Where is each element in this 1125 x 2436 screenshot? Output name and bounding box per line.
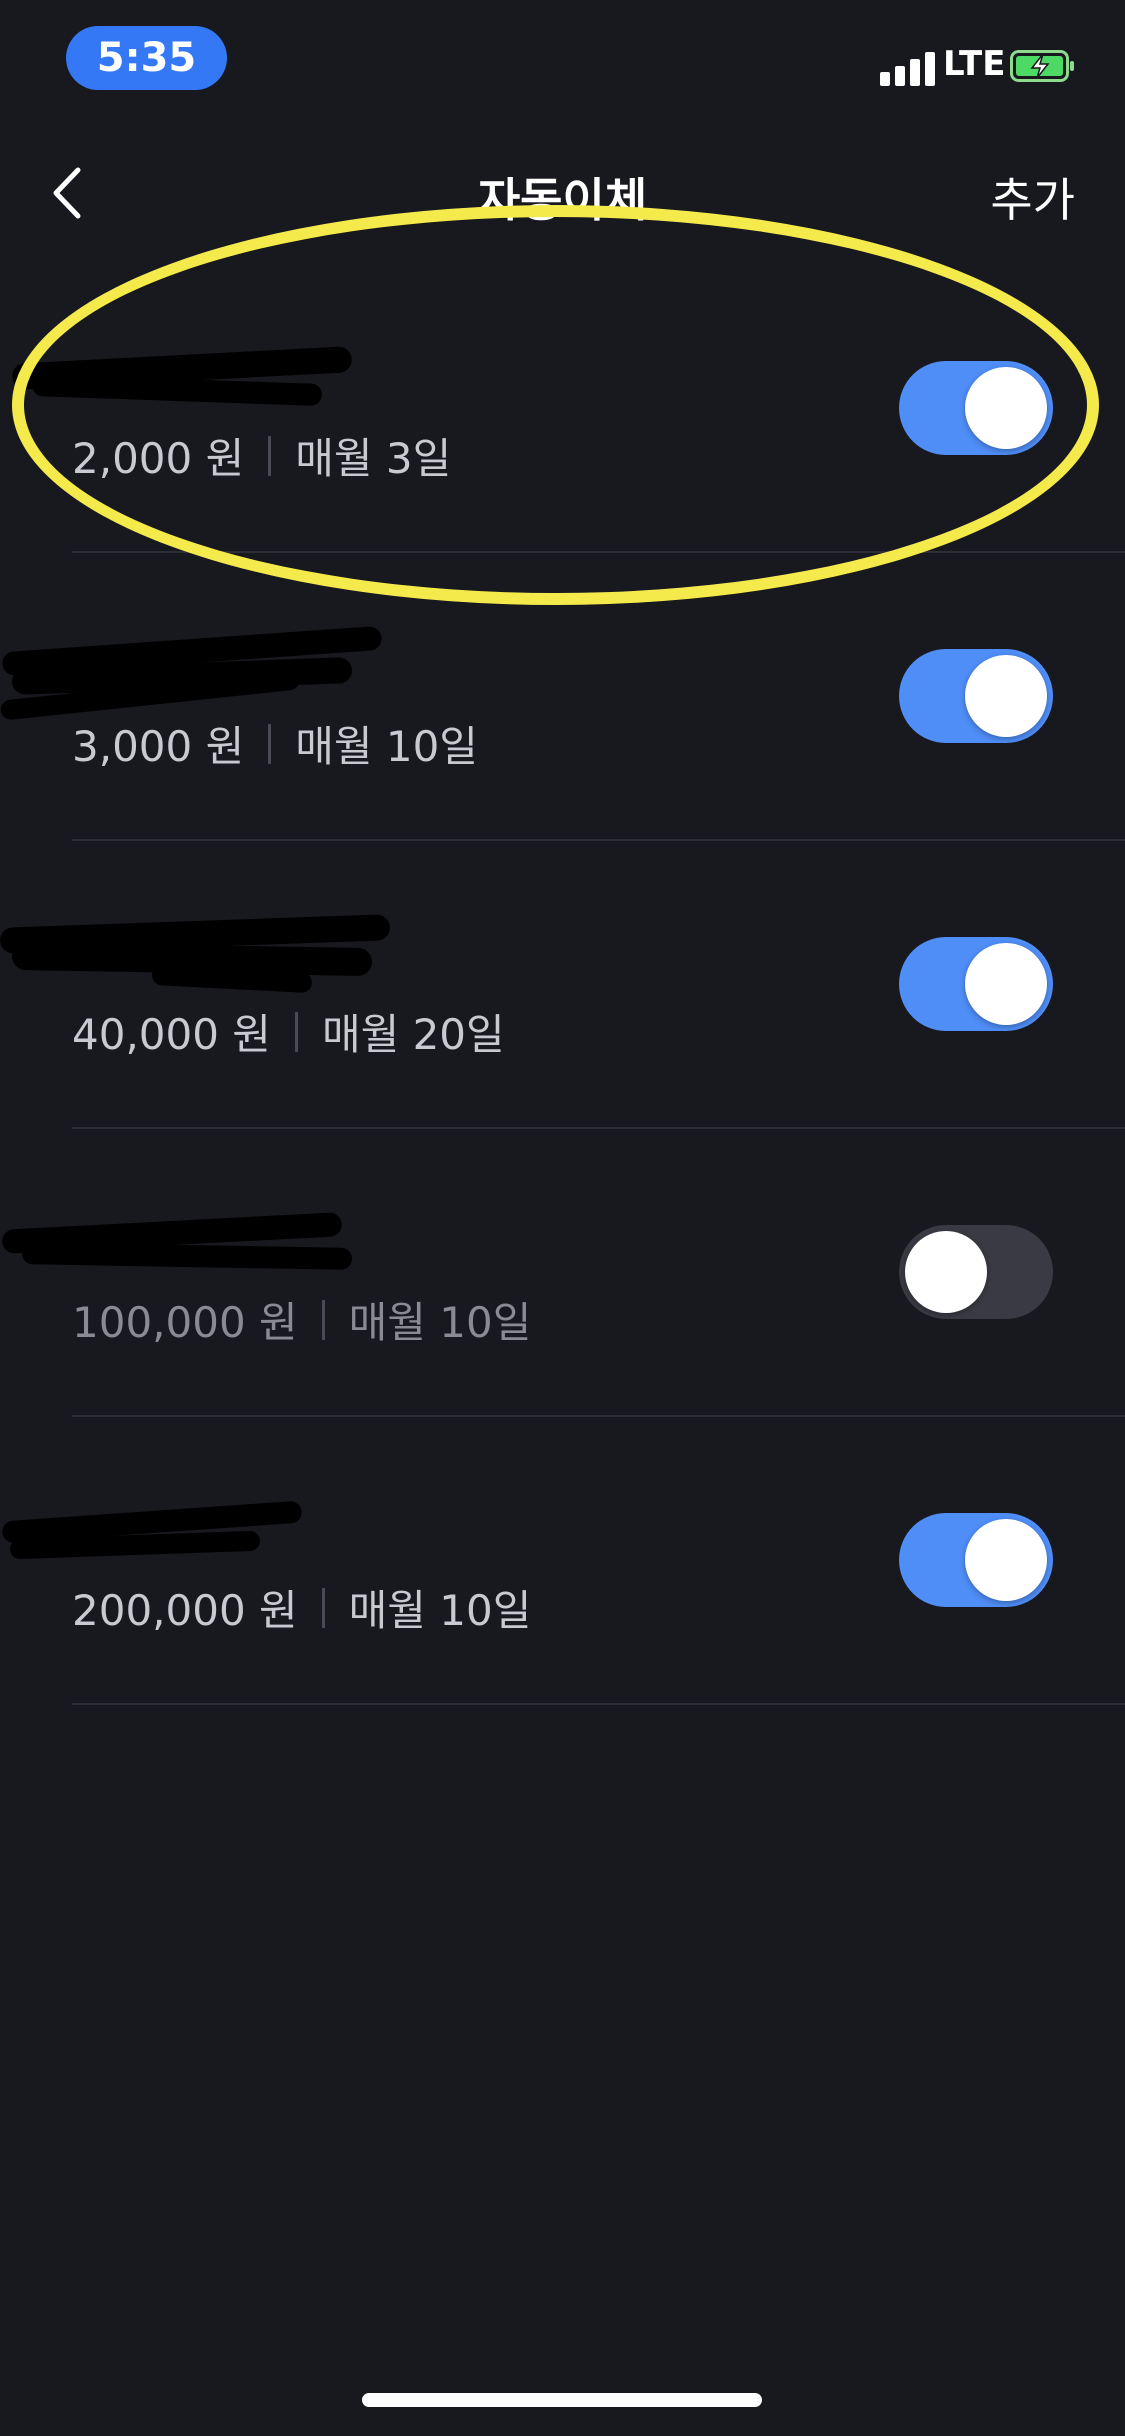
transfer-schedule: 매월 10일 (295, 722, 478, 771)
transfer-schedule: 매월 10일 (348, 1298, 532, 1347)
network-type-label: LTE (943, 44, 1006, 84)
transfer-row[interactable]: 3,000 원 매월 10일 (0, 553, 1125, 841)
transfer-detail: 2,000 원 매월 3일 (72, 425, 451, 486)
transfer-toggle[interactable] (899, 937, 1053, 1031)
redacted-name (1, 1209, 372, 1270)
transfer-detail: 100,000 원 매월 10일 (72, 1289, 531, 1350)
status-bar: 5:35 LTE (0, 0, 1125, 130)
detail-separator (321, 1587, 325, 1628)
transfer-toggle[interactable] (899, 1225, 1053, 1319)
redacted-name (11, 345, 372, 407)
transfer-amount: 200,000 원 (72, 1586, 298, 1635)
transfer-amount: 40,000 원 (72, 1010, 271, 1059)
transfer-amount: 100,000 원 (72, 1298, 298, 1347)
detail-separator (294, 1011, 298, 1052)
add-button[interactable]: 추가 (990, 164, 1075, 230)
transfer-schedule: 매월 3일 (295, 434, 452, 483)
transfer-row[interactable]: 200,000 원 매월 10일 (0, 1417, 1125, 1705)
transfer-row[interactable]: 100,000 원 매월 10일 (0, 1129, 1125, 1417)
transfer-detail: 40,000 원 매월 20일 (72, 1001, 505, 1062)
toggle-knob (905, 1231, 987, 1313)
redacted-name (0, 914, 391, 994)
toggle-knob (965, 943, 1047, 1025)
navigation-bar: 자동이체 추가 (0, 150, 1125, 240)
transfer-detail: 3,000 원 매월 10일 (72, 713, 478, 774)
toggle-knob (965, 367, 1047, 449)
detail-separator (268, 723, 272, 764)
transfer-amount: 2,000 원 (72, 434, 245, 483)
cellular-signal-icon (880, 50, 935, 86)
transfer-schedule: 매월 10일 (348, 1586, 532, 1635)
battery-charging-icon (1010, 50, 1074, 82)
transfer-row[interactable]: 2,000 원 매월 3일 (0, 265, 1125, 553)
transfer-amount: 3,000 원 (72, 722, 245, 771)
transfer-toggle[interactable] (899, 649, 1053, 743)
status-time: 5:35 (66, 26, 227, 90)
auto-transfer-list: 2,000 원 매월 3일 3,000 원 매월 10일 40,000 원 매월… (0, 265, 1125, 1705)
toggle-knob (965, 655, 1047, 737)
detail-separator (268, 435, 272, 476)
transfer-row[interactable]: 40,000 원 매월 20일 (0, 841, 1125, 1129)
redacted-name (0, 625, 383, 721)
toggle-knob (965, 1519, 1047, 1601)
row-divider (72, 1703, 1125, 1705)
home-indicator[interactable] (362, 2393, 762, 2407)
redacted-name (1, 1497, 372, 1560)
detail-separator (321, 1299, 325, 1340)
transfer-schedule: 매월 20일 (321, 1010, 505, 1059)
transfer-toggle[interactable] (899, 361, 1053, 455)
page-title: 자동이체 (477, 173, 648, 227)
transfer-detail: 200,000 원 매월 10일 (72, 1577, 531, 1638)
transfer-toggle[interactable] (899, 1513, 1053, 1607)
